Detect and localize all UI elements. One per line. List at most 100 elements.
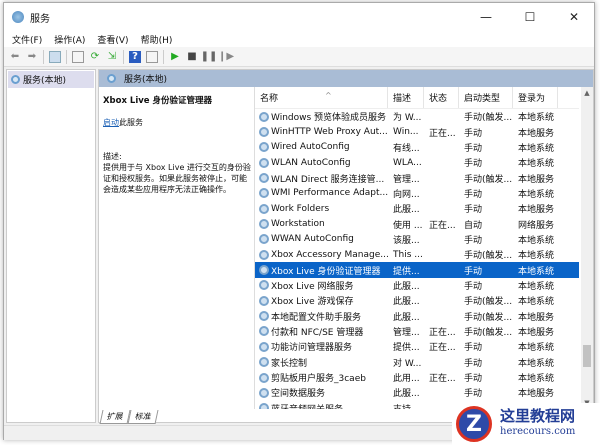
start-service-link[interactable]: 启动 [103,118,119,127]
column-header-description[interactable]: 描述 [388,87,424,108]
service-gear-icon [259,157,269,168]
service-cell: 手动 [464,343,483,354]
service-row[interactable]: WMI Performance Adapt... 向网... 手动 本地系统 [255,186,579,201]
service-name-cell: WMI Performance Adapt... [255,188,388,199]
service-cell: 手动 [464,189,483,200]
export-list-icon[interactable]: ⇲ [106,51,118,63]
scrollbar-thumb[interactable] [583,345,591,367]
stop-service-icon[interactable]: ■ [186,51,198,63]
service-gear-icon [259,142,269,153]
back-icon[interactable]: ⬅ [9,51,21,63]
service-cell: 正在... [429,128,456,139]
toolbar-separator [66,49,67,64]
service-row[interactable]: 剪贴板用户服务_3caeb 此用... 正在... 手动 本地系统 [255,370,579,385]
service-gear-icon [259,265,269,276]
column-header-startup-type[interactable]: 启动类型 [459,87,513,108]
service-name-cell: 功能访问管理器服务 [255,340,388,353]
scroll-up-icon[interactable]: ▲ [581,89,593,97]
service-row[interactable]: 本地配置文件助手服务 此服... 手动(触发... 本地服务 [255,308,579,323]
panel-header-title: 服务(本地) [124,75,168,85]
service-name-cell: WinHTTP Web Proxy Aut... [255,127,388,138]
service-cell: 手动(触发... [464,113,513,124]
service-cell: 提供... [393,266,420,277]
service-gear-icon [259,403,269,409]
service-cell: 此服... [393,297,420,308]
service-name-cell: Work Folders [255,203,388,214]
service-row[interactable]: Work Folders 此服... 手动 本地服务 [255,201,579,216]
menu-view[interactable]: 查看(V) [97,33,128,46]
tree-item-label: 服务(本地) [23,76,67,86]
service-row[interactable]: WLAN Direct 服务连接管... 管理... 手动(触发... 本地服务 [255,170,579,185]
column-header-log-on-as[interactable]: 登录为 [513,87,558,108]
service-cell: 手动(触发... [464,312,513,323]
watermark-url: herecours.com [500,426,576,437]
service-cell: WLA... [393,157,422,168]
toolbar-separator [123,49,124,64]
service-cell: 正在... [429,220,456,231]
service-detail-pane: Xbox Live 身份验证管理器 启动此服务 描述: 提供用于与 Xbox L… [103,96,251,196]
service-row[interactable]: Workstation 使用 ... 正在... 自动 网络服务 [255,216,579,231]
service-cell: 为 W... [393,113,422,124]
service-row[interactable]: WinHTTP Web Proxy Aut... Win... 正在... 手动 本地服… [255,124,579,139]
vertical-scrollbar[interactable]: ▲ ▼ [581,87,593,409]
service-cell: 提供... [393,343,420,354]
services-icon [107,74,116,83]
service-row[interactable]: Xbox Live 网络服务 此服... 手动 本地系统 [255,278,579,293]
console-icon[interactable] [146,50,158,63]
service-cell: 自动 [464,220,483,231]
service-name-cell: WLAN AutoConfig [255,157,388,168]
service-row[interactable]: WWAN AutoConfig 该服... 手动 本地系统 [255,232,579,247]
service-cell: 此服... [393,205,420,216]
menu-file[interactable]: 文件(F) [12,33,42,46]
service-cell: 本地系统 [518,251,555,262]
close-button[interactable]: ✕ [552,3,596,31]
service-name: WinHTTP Web Proxy Aut... [271,127,388,138]
maximize-button[interactable]: ☐ [508,3,552,31]
show-hide-tree-icon[interactable] [49,50,61,63]
service-cell: 手动 [464,205,483,216]
service-name-cell: Xbox Live 身份验证管理器 [255,264,388,277]
service-gear-icon [259,188,269,199]
service-name-cell: Workstation [255,219,388,230]
service-cell: 使用 ... [393,220,423,231]
menu-action[interactable]: 操作(A) [54,33,85,46]
service-cell: 本地系统 [518,343,555,354]
service-cell: 本地服务 [518,205,555,216]
minimize-button[interactable]: — [464,3,508,31]
service-row[interactable]: 付款和 NFC/SE 管理器 管理... 正在... 手动(触发... 本地服务 [255,324,579,339]
service-cell: 此服... [393,281,420,292]
service-gear-icon [259,127,269,138]
refresh-icon[interactable]: ⟳ [89,51,101,63]
pause-service-icon[interactable]: ❚❚ [201,51,218,63]
service-row[interactable]: 家长控制 对 W... 手动 本地系统 [255,355,579,370]
tree-item-services-local[interactable]: 服务(本地) [8,71,94,88]
toolbar-separator [163,49,164,64]
forward-icon[interactable]: ➡ [26,51,38,63]
service-name: WLAN Direct 服务连接管... [271,174,385,185]
service-cell: 手动 [464,128,483,139]
service-row[interactable]: Xbox Live 身份验证管理器 提供... 手动 本地系统 [255,262,579,278]
service-gear-icon [259,234,269,245]
service-gear-icon [259,173,269,184]
description-text: 提供用于与 Xbox Live 进行交互的身份验证和授权服务。如果此服务被停止，… [103,162,251,195]
start-service-icon[interactable]: ▶ [169,51,181,63]
service-row[interactable]: 空间数据服务 此服... 手动 本地服务 [255,385,579,400]
service-row[interactable]: Xbox Live 游戏保存 此服... 手动(触发... 本地系统 [255,293,579,308]
service-row[interactable]: Wired AutoConfig 有线... 手动 本地系统 [255,140,579,155]
toolbar-separator [43,49,44,64]
service-cell: 本地服务 [518,389,555,400]
view-tabs: 扩展 标准 [99,410,159,424]
service-row[interactable]: 功能访问管理器服务 提供... 正在... 手动 本地系统 [255,339,579,354]
service-row[interactable]: WLAN AutoConfig WLA... 手动 本地系统 [255,155,579,170]
menu-help[interactable]: 帮助(H) [141,33,173,46]
service-row[interactable]: Xbox Accessory Manage... This ... 手动(触发...… [255,247,579,262]
column-header-status[interactable]: 状态 [424,87,459,108]
help-icon[interactable]: ? [129,50,141,63]
tab-standard[interactable]: 标准 [127,410,159,424]
service-cell: 手动(触发... [464,297,513,308]
restart-service-icon[interactable]: ❙▶ [218,51,234,63]
properties-icon[interactable] [72,50,84,63]
service-row[interactable]: Windows 预览体验成员服务为 W... 手动(触发... 本地系统 [255,109,579,124]
tab-extended[interactable]: 扩展 [99,410,131,424]
service-cell: 正在... [429,343,456,354]
